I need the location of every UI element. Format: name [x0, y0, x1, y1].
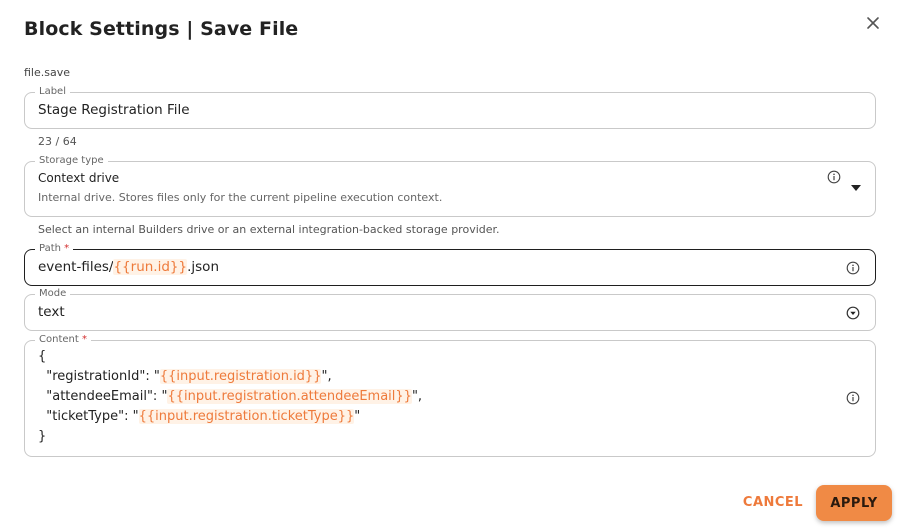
mode-value: text: [38, 304, 65, 320]
storage-type-select[interactable]: Storage type Context drive Internal driv…: [24, 154, 876, 217]
content-field[interactable]: Content * { "registrationId": "{{input.r…: [24, 333, 876, 457]
storage-type-description: Internal drive. Stores files only for th…: [38, 191, 443, 204]
mode-legend: Mode: [35, 287, 71, 301]
label-counter: 23 / 64: [38, 135, 77, 148]
template-variable: {{input.registration.id}}: [159, 369, 322, 384]
apply-button[interactable]: APPLY: [816, 485, 892, 521]
info-icon[interactable]: [846, 261, 860, 275]
storage-type-legend: Storage type: [35, 154, 108, 168]
cancel-button[interactable]: CANCEL: [738, 488, 808, 516]
code-line: "attendeeEmail": "{{input.registration.a…: [38, 389, 423, 404]
template-variable: {{run.id}}: [113, 259, 188, 275]
info-icon[interactable]: [846, 391, 860, 405]
label-field[interactable]: Label Stage Registration File: [24, 85, 876, 129]
label-input[interactable]: Stage Registration File: [38, 102, 190, 118]
close-icon: [867, 17, 879, 29]
info-icon[interactable]: [827, 170, 841, 184]
path-input[interactable]: event-files/{{run.id}}.json: [38, 259, 219, 275]
storage-helper-text: Select an internal Builders drive or an …: [38, 223, 500, 236]
path-field[interactable]: Path * event-files/{{run.id}}.json: [24, 242, 876, 286]
path-legend: Path *: [35, 242, 74, 256]
template-variable: {{input.registration.ticketType}}: [138, 409, 355, 424]
dialog-title: Block Settings | Save File: [24, 18, 299, 40]
code-line: {: [38, 349, 47, 364]
code-line: }: [38, 429, 47, 444]
label-legend: Label: [35, 85, 70, 99]
content-legend: Content *: [35, 333, 91, 347]
code-line: "registrationId": "{{input.registration.…: [38, 369, 332, 384]
close-button[interactable]: [862, 12, 884, 34]
block-id: file.save: [24, 66, 70, 79]
caret-down-icon[interactable]: [851, 184, 861, 192]
mode-select[interactable]: Mode text: [24, 287, 876, 331]
code-line: "ticketType": "{{input.registration.tick…: [38, 409, 361, 424]
dropdown-icon[interactable]: [846, 306, 860, 320]
storage-type-value: Context drive: [38, 171, 120, 185]
template-variable: {{input.registration.attendeeEmail}}: [167, 389, 412, 404]
